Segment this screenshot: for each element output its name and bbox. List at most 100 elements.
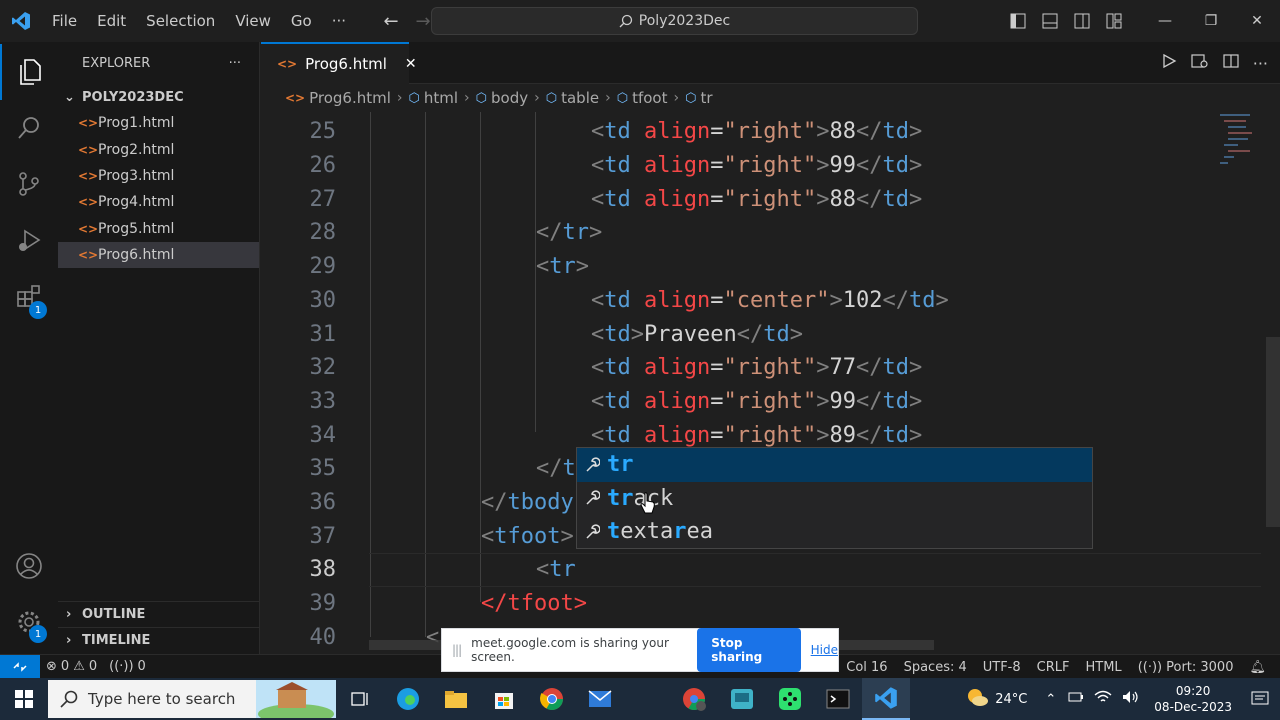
more-actions-icon[interactable]: ··· xyxy=(1253,54,1268,73)
wifi-icon[interactable] xyxy=(1094,690,1112,708)
app-teal-icon[interactable] xyxy=(718,678,766,720)
suggestion-item[interactable]: textarea xyxy=(577,515,1092,549)
manage-gear-icon[interactable]: 1 xyxy=(0,594,58,650)
stop-sharing-button[interactable]: Stop sharing xyxy=(697,628,801,672)
breadcrumb-table[interactable]: ⬡ table xyxy=(546,89,599,107)
back-arrow-icon[interactable]: ← xyxy=(380,11,402,32)
remote-indicator-icon[interactable] xyxy=(0,654,40,679)
windows-start-icon[interactable] xyxy=(0,678,48,720)
timeline-section[interactable]: › TIMELINE xyxy=(58,627,260,653)
code-editor[interactable]: 25 <td align="right">88</td> 26 <td alig… xyxy=(261,112,1280,654)
temperature[interactable]: 24°C xyxy=(995,692,1027,707)
menu-file[interactable]: File xyxy=(42,12,87,30)
vscode-taskbar-icon[interactable] xyxy=(862,678,910,720)
chrome-profile-icon[interactable] xyxy=(670,678,718,720)
suggestion-match: tr xyxy=(607,452,634,478)
vscode-logo-icon xyxy=(0,0,42,42)
notifications-bell-icon[interactable]: 🔔︎ xyxy=(1243,660,1272,675)
element-icon: ⬡ xyxy=(616,90,629,106)
taskbar-search-box[interactable]: Type here to search xyxy=(48,680,336,718)
menu-edit[interactable]: Edit xyxy=(87,12,136,30)
toggle-panel-icon[interactable] xyxy=(1034,0,1066,42)
volume-icon[interactable] xyxy=(1122,690,1140,708)
run-debug-icon[interactable] xyxy=(0,212,58,268)
suggestion-match: t xyxy=(607,519,621,545)
weather-icon[interactable] xyxy=(965,687,989,711)
notification-center-icon[interactable] xyxy=(1240,691,1280,707)
minimize-icon[interactable]: — xyxy=(1142,0,1188,42)
task-view-icon[interactable] xyxy=(336,678,384,720)
file-item-selected[interactable]: <> Prog6.html xyxy=(58,241,259,269)
toggle-primary-sidebar-icon[interactable] xyxy=(1002,0,1034,42)
show-hidden-icons-icon[interactable]: ⌃ xyxy=(1045,692,1056,707)
close-tab-icon[interactable]: ✕ xyxy=(405,56,417,72)
battery-icon[interactable] xyxy=(1068,691,1084,707)
suggestion-item[interactable]: tr xyxy=(577,448,1092,482)
code-line: 33 <td align="right">99</td> xyxy=(261,385,1261,419)
tab-prog6[interactable]: <> Prog6.html ✕ xyxy=(261,42,417,84)
vertical-scrollbar[interactable] xyxy=(1266,337,1280,527)
menu-view[interactable]: View xyxy=(225,12,281,30)
breadcrumb-body[interactable]: ⬡ body xyxy=(476,89,528,107)
problems-indicator[interactable]: ⊗ 0 ⚠ 0 xyxy=(40,659,103,674)
file-item[interactable]: <> Prog1.html xyxy=(58,110,259,136)
run-icon[interactable] xyxy=(1161,53,1177,73)
hide-banner-link[interactable]: Hide xyxy=(811,643,838,657)
edge-browser-icon[interactable] xyxy=(384,678,432,720)
line-number: 28 xyxy=(309,220,337,246)
end-of-line[interactable]: CRLF xyxy=(1031,660,1076,675)
port-indicator[interactable]: ((·)) Port: 3000 xyxy=(1132,660,1240,675)
code-line: 26 <td align="right">99</td> xyxy=(261,149,1261,183)
toggle-secondary-sidebar-icon[interactable] xyxy=(1066,0,1098,42)
drag-handle-icon[interactable]: ||| xyxy=(452,643,462,657)
menu-more[interactable]: ··· xyxy=(322,12,356,30)
customize-layout-icon[interactable] xyxy=(1098,0,1130,42)
gamepad-icon[interactable] xyxy=(766,678,814,720)
outline-section[interactable]: › OUTLINE xyxy=(58,601,260,627)
extensions-icon[interactable]: 1 xyxy=(0,268,58,324)
clock[interactable]: 09:20 08-Dec-2023 xyxy=(1146,683,1240,715)
breadcrumb-label: body xyxy=(491,89,529,107)
workspace-folder[interactable]: ⌄ POLY2023DEC xyxy=(58,84,259,110)
breadcrumb-html[interactable]: ⬡ html xyxy=(409,89,459,107)
close-window-icon[interactable]: ✕ xyxy=(1234,0,1280,42)
minimap[interactable] xyxy=(1220,112,1260,172)
split-editor-icon[interactable] xyxy=(1223,53,1239,73)
file-item[interactable]: <> Prog4.html xyxy=(58,189,259,215)
menu-selection[interactable]: Selection xyxy=(136,12,225,30)
title-bar: File Edit Selection View Go ··· ← → Poly… xyxy=(0,0,1280,42)
file-encoding[interactable]: UTF-8 xyxy=(977,660,1027,675)
breadcrumb-tfoot[interactable]: ⬡ tfoot xyxy=(617,89,668,107)
accounts-icon[interactable] xyxy=(0,538,58,594)
explorer-more-button[interactable]: ··· xyxy=(229,56,241,71)
cursor-position[interactable]: Col 16 xyxy=(840,660,893,675)
chrome-icon[interactable] xyxy=(528,678,576,720)
mail-icon[interactable] xyxy=(576,678,624,720)
html-file-icon: <> xyxy=(78,221,99,236)
broadcast-icon: ((·)) xyxy=(1137,659,1163,675)
restore-icon[interactable]: ❐ xyxy=(1188,0,1234,42)
wrench-icon xyxy=(581,457,603,473)
indentation[interactable]: Spaces: 4 xyxy=(898,660,973,675)
command-center-search[interactable]: Poly2023Dec xyxy=(431,7,918,35)
file-explorer-icon[interactable] xyxy=(432,678,480,720)
search-icon[interactable] xyxy=(0,100,58,156)
menu-go[interactable]: Go xyxy=(281,12,322,30)
file-label: Prog2.html xyxy=(98,141,175,158)
breadcrumb-tr[interactable]: ⬡ tr xyxy=(685,89,712,107)
file-item[interactable]: <> Prog3.html xyxy=(58,163,259,189)
explorer-icon[interactable] xyxy=(0,44,58,100)
html-file-icon: <> xyxy=(78,248,99,263)
terminal-icon[interactable] xyxy=(814,678,862,720)
element-icon: ⬡ xyxy=(545,90,558,106)
file-item[interactable]: <> Prog2.html xyxy=(58,136,259,162)
activity-bar: 1 1 xyxy=(0,42,58,654)
file-item[interactable]: <> Prog5.html xyxy=(58,216,259,242)
ports-indicator[interactable]: ((·)) 0 xyxy=(103,659,152,674)
language-mode[interactable]: HTML xyxy=(1080,660,1128,675)
file-label: Prog1.html xyxy=(98,115,175,132)
breadcrumb-file[interactable]: <> Prog6.html xyxy=(285,89,391,107)
open-preview-icon[interactable] xyxy=(1191,53,1209,73)
source-control-icon[interactable] xyxy=(0,156,58,212)
microsoft-store-icon[interactable] xyxy=(480,678,528,720)
